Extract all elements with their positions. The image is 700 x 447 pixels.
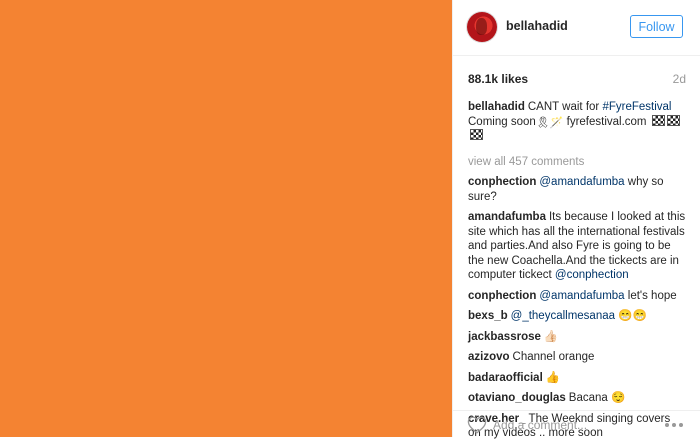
caption-site: fyrefestival.com <box>563 115 650 128</box>
comments-list: bellahadid CANT wait for #FyreFestival Co… <box>468 100 686 447</box>
comment-text: Bacana 😌 <box>568 392 626 404</box>
comment: otaviano_douglas Bacana 😌 <box>468 391 686 406</box>
wand-icon: 🪄 <box>549 116 564 129</box>
caption-text: CANT wait for <box>527 101 603 113</box>
comment-text: let's hope <box>624 289 677 302</box>
comment: badaraofficial 👍 <box>468 371 686 386</box>
comment-username[interactable]: azizovo <box>468 351 510 363</box>
checkered-flag-icon <box>470 129 483 140</box>
heart-icon[interactable] <box>467 416 487 434</box>
comment-text: 👍 <box>545 371 561 384</box>
post-header: bellahadid Follow <box>453 0 700 56</box>
comment-mention[interactable]: @amandafumba <box>539 176 624 188</box>
checkered-flag-icon <box>651 114 665 126</box>
comment-username[interactable]: conphection <box>468 290 536 302</box>
comment: conphection @amandafumba let's hope <box>468 289 686 304</box>
more-options-icon[interactable] <box>665 423 685 428</box>
comment-username[interactable]: amandafumba <box>468 211 546 223</box>
caption-username[interactable]: bellahadid <box>468 101 525 113</box>
post-sidebar: bellahadid Follow 88.1k likes 2d bellaha… <box>452 0 700 439</box>
comment-text: 😁😁 <box>615 310 647 322</box>
avatar[interactable] <box>467 12 497 42</box>
post-age[interactable]: 2d <box>673 72 686 86</box>
comment-text: 👍🏻 <box>543 330 559 343</box>
author-username[interactable]: bellahadid <box>506 19 568 33</box>
caption: bellahadid CANT wait for #FyreFestival Co… <box>468 100 686 144</box>
comment-username[interactable]: badaraofficial <box>468 372 543 384</box>
comment-username[interactable]: jackbassrose <box>468 331 541 343</box>
comment-mention[interactable]: @_theycallmesanaa <box>511 310 615 322</box>
checkered-flag-icon <box>666 114 680 126</box>
comment-text: Channel orange <box>512 351 595 363</box>
comment-username[interactable]: bexs_b <box>468 310 508 322</box>
likes-count[interactable]: 88.1k likes <box>468 72 528 86</box>
ribbon-icon: 🎗 <box>535 116 550 129</box>
comment-mention[interactable]: @amandafumba <box>539 290 624 302</box>
follow-button[interactable]: Follow <box>630 15 683 38</box>
comment: azizovo Channel orange <box>468 350 686 365</box>
add-comment-input[interactable] <box>493 418 653 432</box>
caption-hashtag[interactable]: #FyreFestival <box>602 101 671 113</box>
comment: conphection @amandafumba why so sure? <box>468 175 686 204</box>
post-image[interactable] <box>0 0 452 437</box>
comment-mention[interactable]: @conphection <box>555 269 629 281</box>
comment: jackbassrose 👍🏻 <box>468 330 686 345</box>
caption-text-2: Coming soon <box>468 115 536 128</box>
comment: bexs_b @_theycallmesanaa 😁😁 <box>468 309 686 324</box>
comment: amandafumba Its because I looked at this … <box>468 210 686 283</box>
comment-username[interactable]: conphection <box>468 176 536 188</box>
comment-username[interactable]: otaviano_douglas <box>468 392 566 404</box>
view-all-comments-link[interactable]: view all 457 comments <box>468 155 686 170</box>
comment-footer <box>453 410 700 437</box>
likes-row: 88.1k likes 2d <box>468 72 686 86</box>
